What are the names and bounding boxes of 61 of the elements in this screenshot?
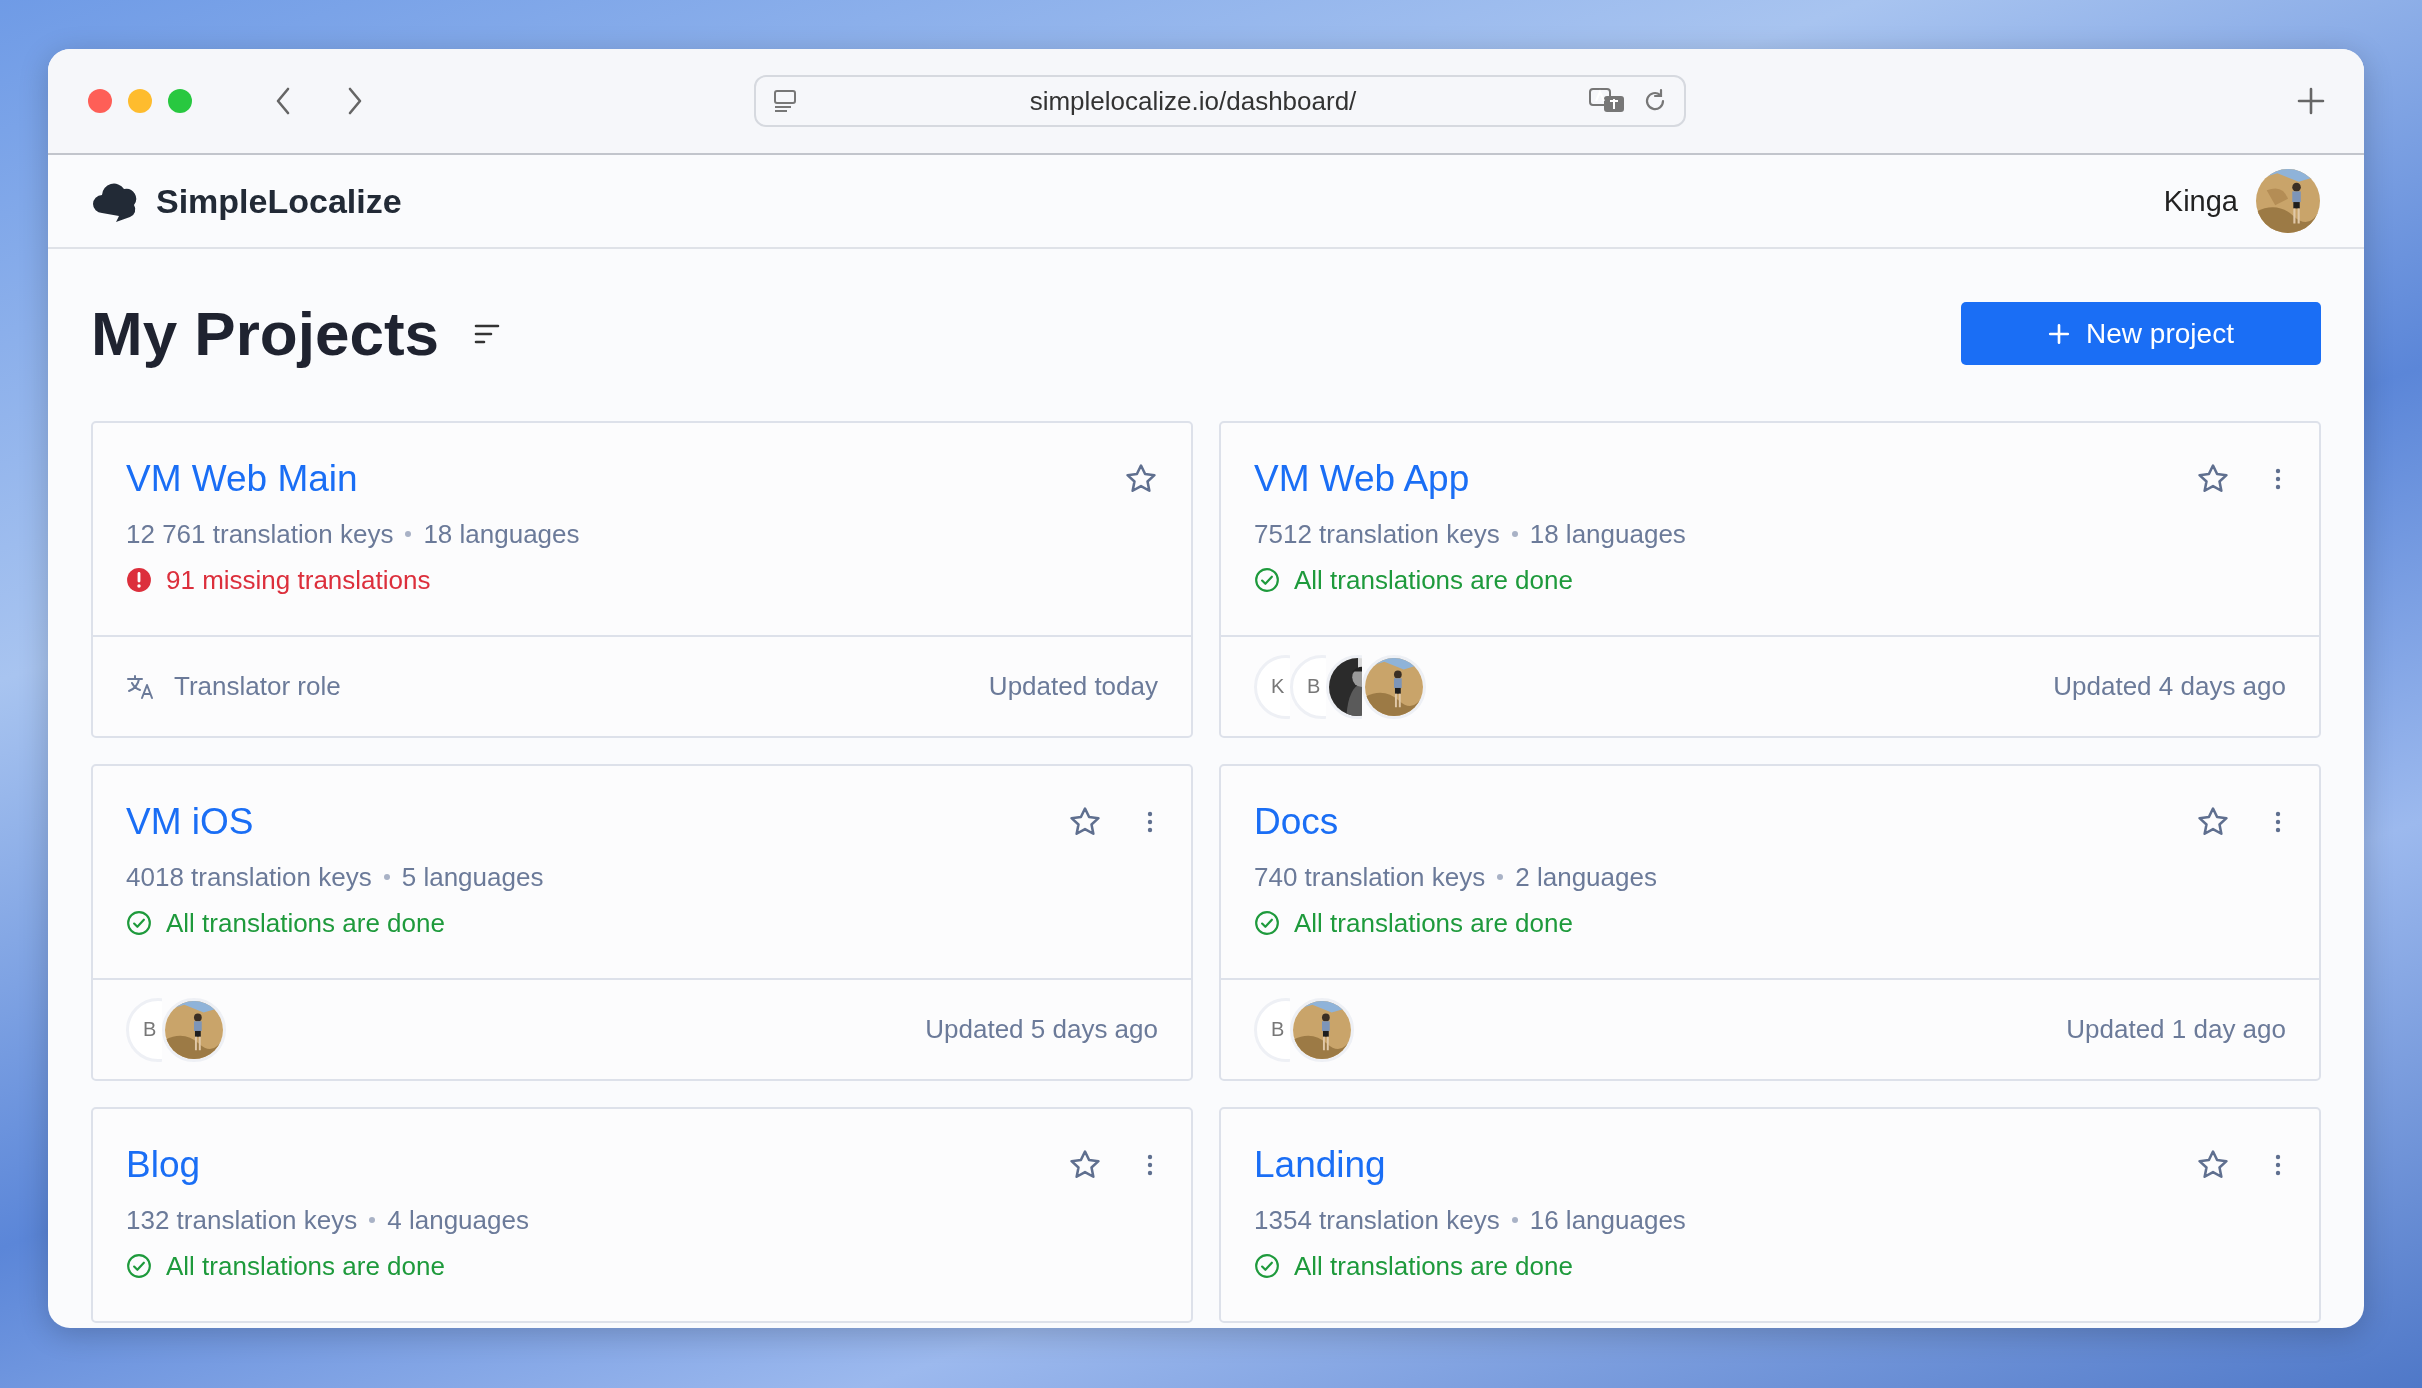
more-options-icon[interactable] — [1146, 810, 1154, 834]
translation-keys-count: 132 translation keys — [126, 1204, 358, 1236]
more-options-icon[interactable] — [2274, 810, 2282, 834]
check-circle-icon — [126, 1253, 152, 1279]
user-avatar[interactable]: B — [126, 997, 162, 1062]
translation-status: All translations are done — [1294, 907, 1573, 939]
languages-count: 5 languages — [401, 861, 544, 893]
project-name[interactable]: Landing — [1254, 1144, 1386, 1186]
page-title: My Projects — [91, 298, 440, 369]
translation-keys-count: 4018 translation keys — [126, 861, 372, 893]
user-avatar[interactable]: B — [1290, 654, 1326, 719]
project-name[interactable]: VM iOS — [126, 801, 254, 843]
separator-dot — [1497, 874, 1504, 880]
new-tab-icon[interactable] — [2296, 86, 2326, 116]
project-name[interactable]: Docs — [1254, 801, 1339, 843]
updated-date: Updated 1 day ago — [2066, 1014, 2286, 1045]
alert-icon — [126, 567, 152, 593]
check-circle-icon — [1254, 1253, 1280, 1279]
check-circle-icon — [1254, 910, 1280, 936]
brand-name[interactable]: SimpleLocalize — [156, 181, 402, 221]
role-label: Translator role — [174, 671, 341, 702]
more-options-icon[interactable] — [2274, 1153, 2282, 1177]
translation-status: All translations are done — [166, 907, 445, 939]
translation-status: All translations are done — [1294, 1250, 1573, 1282]
translation-status: 91 missing translations — [166, 564, 431, 596]
languages-count: 16 languages — [1529, 1204, 1686, 1236]
separator-dot — [405, 531, 412, 537]
separator-dot — [1511, 531, 1518, 537]
project-name[interactable]: VM Web Main — [126, 458, 358, 500]
translation-keys-count: 1354 translation keys — [1254, 1204, 1500, 1236]
updated-date: Updated 4 days ago — [2053, 671, 2286, 702]
separator-dot — [369, 1217, 376, 1223]
translate-icon — [126, 673, 156, 700]
user-avatar[interactable]: K — [1254, 654, 1290, 719]
new-project-button[interactable]: New project — [1961, 302, 2321, 365]
languages-count: 18 languages — [1529, 518, 1686, 550]
user-avatar[interactable]: B — [1254, 997, 1290, 1062]
languages-count: 4 languages — [387, 1204, 529, 1236]
more-options-icon[interactable] — [1146, 1153, 1154, 1177]
separator-dot — [1511, 1217, 1518, 1223]
check-circle-icon — [126, 910, 152, 936]
check-circle-icon — [1254, 567, 1280, 593]
translation-keys-count: 12 761 translation keys — [126, 518, 394, 550]
updated-date: Updated 5 days ago — [925, 1014, 1158, 1045]
separator-dot — [383, 874, 390, 880]
url-text: simplelocalize.io/dashboard/ — [1028, 85, 1358, 117]
translation-status: All translations are done — [1294, 564, 1573, 596]
user-name[interactable]: Kinga — [2163, 184, 2238, 218]
more-options-icon[interactable] — [2274, 467, 2282, 491]
project-name[interactable]: VM Web App — [1254, 458, 1470, 500]
close-window-button[interactable] — [88, 89, 112, 113]
updated-date: Updated today — [988, 671, 1158, 702]
address-bar[interactable]: simplelocalize.io/dashboard/ — [754, 75, 1686, 127]
page-menu-icon[interactable] — [772, 88, 798, 114]
translation-keys-count: 7512 translation keys — [1254, 518, 1500, 550]
project-name[interactable]: Blog — [126, 1144, 201, 1186]
translation-keys-count: 740 translation keys — [1254, 861, 1486, 893]
plus-icon — [2048, 322, 2071, 345]
languages-count: 2 languages — [1515, 861, 1657, 893]
translation-status: All translations are done — [166, 1250, 445, 1282]
languages-count: 18 languages — [423, 518, 580, 550]
